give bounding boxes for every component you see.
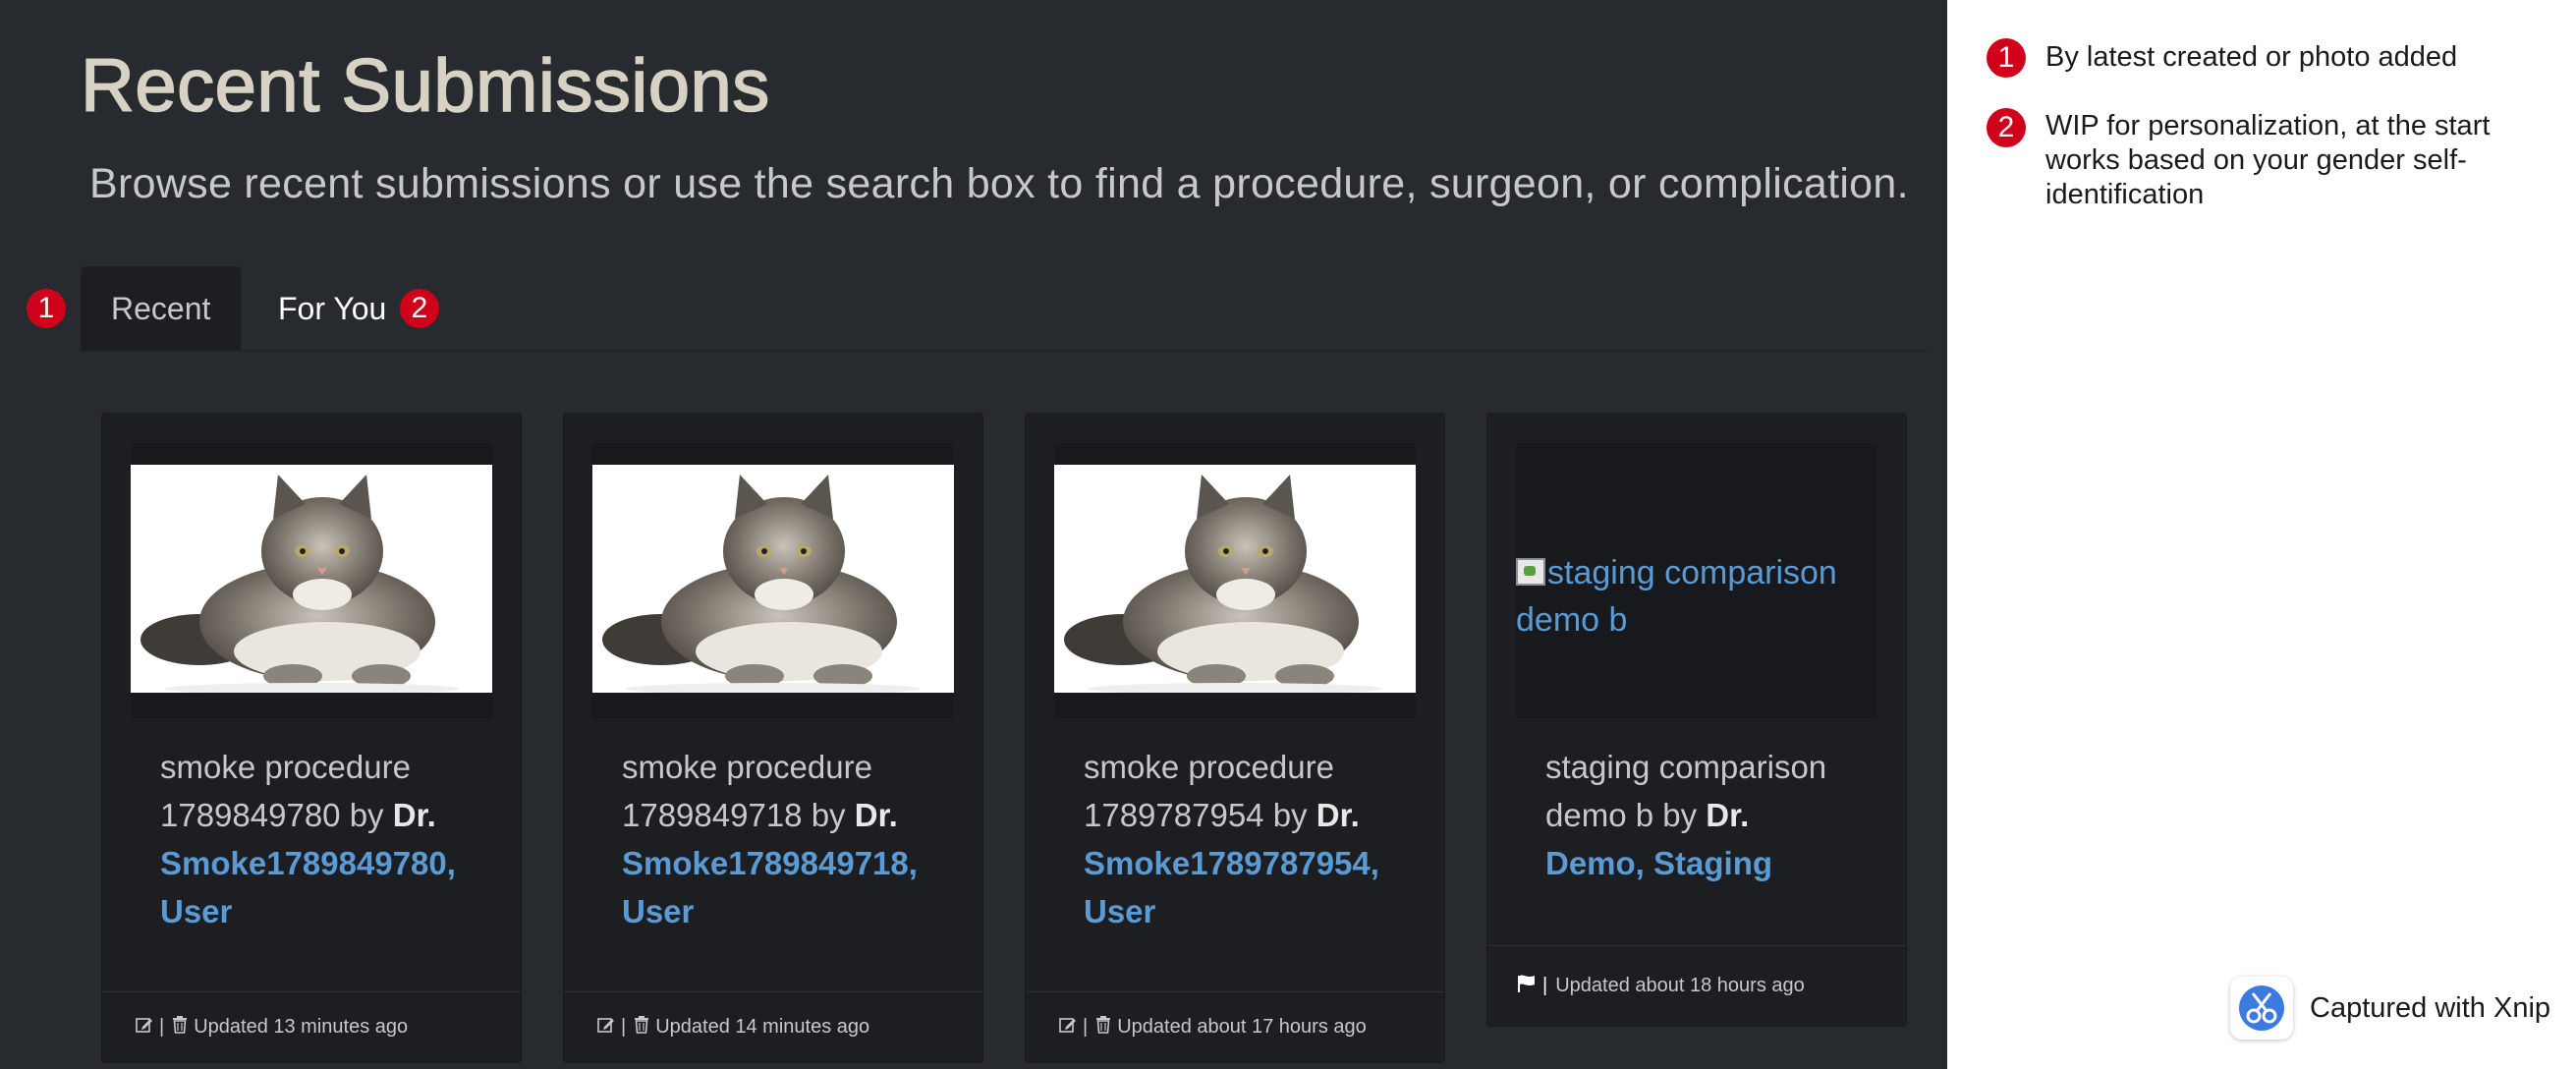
card-caption: smoke procedure 1789787954 by Dr. Smoke1…	[1084, 743, 1418, 935]
image-alt-text: staging comparison demo b	[1516, 554, 1837, 639]
card-caption: smoke procedure 1789849718 by Dr. Smoke1…	[622, 743, 956, 935]
annotation-badge-2: 2	[400, 289, 439, 328]
tab-for-you[interactable]: For You	[248, 266, 417, 352]
card-footer: | Updated about 17 hours ago	[1026, 991, 1444, 1062]
cat-illustration	[602, 475, 921, 693]
updated-time: Updated 13 minutes ago	[194, 1016, 409, 1038]
capture-label: Captured with Xnip	[2310, 992, 2551, 1024]
tab-for-you-label: For You	[278, 291, 387, 326]
trash-icon[interactable]	[1095, 1015, 1111, 1040]
trash-icon[interactable]	[634, 1015, 649, 1040]
cat-illustration	[140, 475, 459, 693]
edit-icon[interactable]	[136, 1016, 153, 1040]
updated-time: Updated 14 minutes ago	[655, 1016, 870, 1038]
tab-recent[interactable]: Recent	[81, 266, 241, 352]
broken-image-icon	[1516, 558, 1545, 586]
card-footer: | Updated 13 minutes ago	[102, 991, 521, 1062]
tab-recent-label: Recent	[111, 291, 211, 326]
submission-card[interactable]: smoke procedure 1789849780 by Dr. Smoke1…	[101, 413, 522, 1063]
cat-illustration	[1064, 475, 1382, 693]
card-image-frame[interactable]	[592, 443, 954, 718]
page-subtitle: Browse recent submissions or use the sea…	[89, 160, 1909, 207]
surgeon-link[interactable]: Smoke1789787954, User	[1084, 839, 1418, 935]
cat-photo[interactable]	[592, 465, 954, 693]
submission-card[interactable]: smoke procedure 1789849718 by Dr. Smoke1…	[563, 413, 983, 1063]
separator: |	[159, 1016, 165, 1038]
updated-time: Updated about 17 hours ago	[1117, 1016, 1367, 1038]
xnip-scissors-icon[interactable]	[2230, 977, 2293, 1040]
cat-photo[interactable]	[131, 465, 492, 693]
card-footer: | Updated about 18 hours ago	[1487, 945, 1906, 1026]
flag-icon[interactable]	[1517, 975, 1537, 998]
page-title: Recent Submissions	[80, 43, 770, 129]
dr-prefix: Dr.	[854, 797, 898, 833]
edit-icon[interactable]	[1059, 1016, 1077, 1040]
submission-card[interactable]: smoke procedure 1789787954 by Dr. Smoke1…	[1025, 413, 1445, 1063]
note-badge-2: 2	[1987, 108, 2026, 147]
annotation-badge-1: 1	[27, 289, 66, 328]
separator: |	[1083, 1016, 1089, 1038]
card-image-frame[interactable]	[1054, 443, 1416, 718]
note-badge-1: 1	[1987, 38, 2026, 78]
separator: |	[1542, 975, 1548, 996]
dr-prefix: Dr.	[392, 797, 436, 833]
by-text: by	[1272, 797, 1308, 833]
card-caption: staging comparison demo b by Dr. Demo, S…	[1545, 743, 1879, 887]
app-window: Recent Submissions Browse recent submiss…	[0, 0, 1947, 1069]
by-text: by	[349, 797, 384, 833]
by-text: by	[1662, 797, 1698, 833]
card-caption: smoke procedure 1789849780 by Dr. Smoke1…	[160, 743, 494, 935]
edit-icon[interactable]	[597, 1016, 615, 1040]
submission-card[interactable]: staging comparison demo b staging compar…	[1486, 413, 1907, 1027]
trash-icon[interactable]	[172, 1015, 188, 1040]
surgeon-link[interactable]: Demo, Staging	[1545, 839, 1879, 887]
dr-prefix: Dr.	[1706, 797, 1750, 833]
broken-image-link[interactable]: staging comparison demo b	[1516, 443, 1877, 718]
card-image-frame[interactable]	[131, 443, 492, 718]
surgeon-link[interactable]: Smoke1789849718, User	[622, 839, 956, 935]
card-image-frame[interactable]: staging comparison demo b	[1516, 443, 1877, 718]
updated-time: Updated about 18 hours ago	[1555, 975, 1805, 996]
separator: |	[621, 1016, 627, 1038]
cat-photo[interactable]	[1054, 465, 1416, 693]
annotation-notes: 1 By latest created or photo added 2 WIP…	[1947, 0, 2576, 1069]
dr-prefix: Dr.	[1316, 797, 1360, 833]
note-text-2: WIP for personalization, at the start wo…	[2045, 110, 2491, 210]
card-footer: | Updated 14 minutes ago	[564, 991, 982, 1062]
note-text-1: By latest created or photo added	[2045, 41, 2458, 73]
surgeon-link[interactable]: Smoke1789849780, User	[160, 839, 494, 935]
by-text: by	[811, 797, 846, 833]
tabs-divider	[81, 350, 1928, 352]
